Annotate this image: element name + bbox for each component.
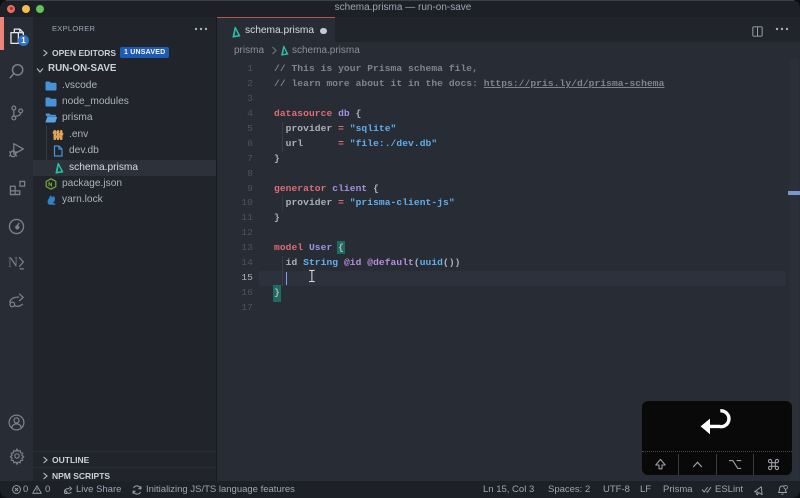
svg-text:N: N [8, 255, 18, 270]
